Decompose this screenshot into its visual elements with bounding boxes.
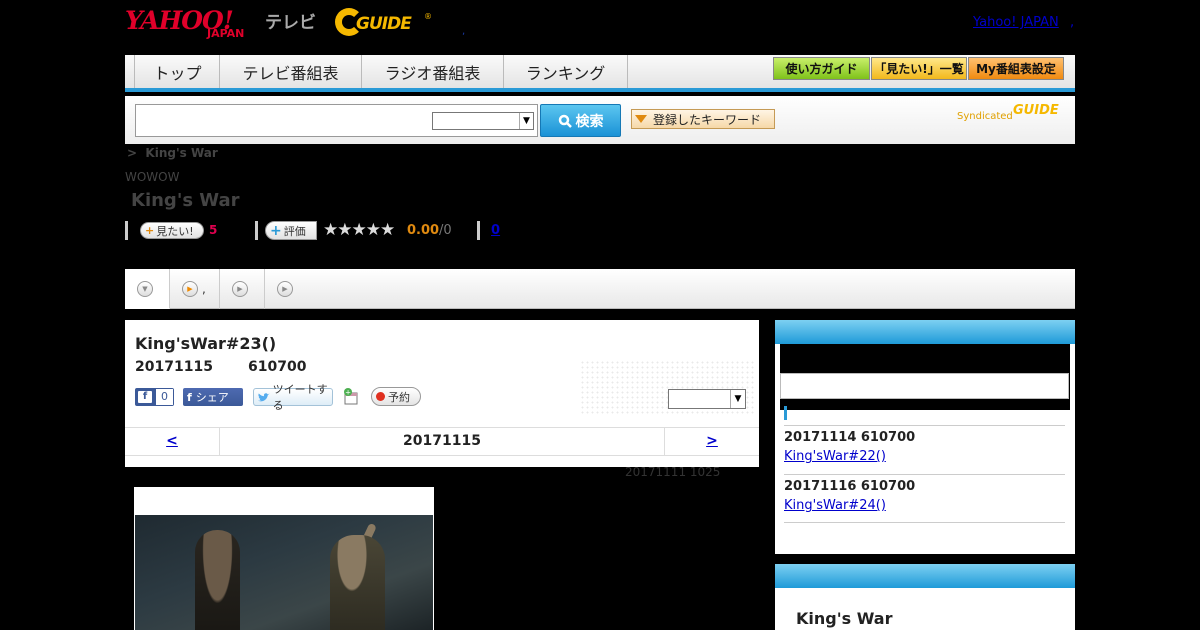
registered-keywords-label: 登録したキーワード [653, 112, 762, 127]
search-bar: ▼ 検索 登録したキーワード Syndicated GUIDE [125, 96, 1075, 144]
list-item: 20171114 610700 King'sWar#22() [784, 425, 1065, 474]
nav-tab-top[interactable]: トップ [136, 55, 220, 88]
episode-panel: King'sWar#23() 20171115 610700 f 0 f シェア… [125, 320, 759, 467]
facebook-like-count: 0 [156, 389, 173, 405]
chevron-down-icon: ▼ [519, 113, 533, 129]
facebook-like-button[interactable]: f 0 [135, 388, 174, 406]
episode-time: 610700 [248, 359, 307, 375]
plus-icon: + [145, 224, 155, 237]
yahoo-logo-japan: JAPAN [207, 27, 245, 40]
divider [255, 221, 258, 240]
sidebar-header [775, 320, 1075, 344]
divider [125, 221, 128, 240]
tab-detail[interactable]: ▼ [125, 269, 170, 309]
episode-select[interactable]: ▼ [668, 389, 746, 409]
review-count-link[interactable]: 0 [491, 223, 500, 238]
nav-tab-ranking[interactable]: ランキング [504, 55, 628, 88]
syndicated-label: Syndicated [957, 111, 1013, 122]
syndicated-gguide-logo: GUIDE [1013, 103, 1059, 118]
nav-edge [125, 55, 135, 88]
divider [477, 221, 480, 240]
rating-score: 0.00 [407, 223, 440, 238]
sidebar-search-input[interactable] [780, 373, 1069, 399]
program-photo [135, 515, 433, 630]
want-to-watch-count: 5 [209, 223, 218, 237]
photo-figure [195, 530, 240, 630]
registered-mark: ® [424, 12, 432, 21]
header-trailing-dot: , [1070, 15, 1075, 30]
episode-pagination: < 20171115 > [125, 427, 759, 456]
registered-keywords-button[interactable]: 登録したキーワード [631, 109, 775, 129]
facebook-share-label: シェア [195, 391, 229, 404]
program-info-sidebar: King's War [775, 564, 1075, 630]
want-list-button[interactable]: 「見たい!」一覧 [871, 57, 967, 80]
reserve-label: 予約 [388, 390, 410, 404]
list-item: 20171116 610700 King'sWar#24() [784, 474, 1065, 523]
want-to-watch-button[interactable]: + 見たい! [140, 222, 204, 239]
tv-logo-text[interactable]: テレビ [265, 8, 316, 33]
rate-label: 評価 [283, 224, 306, 238]
page-title: King's War [131, 190, 240, 211]
play-icon: ▶ [277, 281, 293, 297]
rating-stars: ★★★★★ [323, 220, 395, 240]
program-stats: + 見たい! 5 + 評価 ★★★★★ 0.00 /0 0 [125, 220, 725, 241]
tweet-label: ツイートする [272, 383, 328, 412]
sidebar-header [775, 564, 1075, 588]
header-dot: , [462, 26, 466, 37]
my-schedule-settings-button[interactable]: My番組表設定 [968, 57, 1064, 80]
breadcrumb-current: King's War [145, 146, 218, 160]
list-item-date: 20171116 610700 [784, 479, 916, 494]
triangle-down-icon [635, 115, 647, 123]
want-to-watch-label: 見たい! [156, 224, 194, 238]
breadcrumb-separator: > [127, 146, 138, 160]
main-nav: トップ テレビ番組表 ラジオ番組表 ランキング 使い方ガイド 「見たい!」一覧 … [125, 55, 1075, 92]
sidebar-program-title: King's War [796, 609, 893, 628]
detail-tabs: ▼ ▶ , ▶ ▶ [125, 269, 1075, 309]
channel-name: WOWOW [125, 170, 180, 184]
search-icon [558, 114, 572, 128]
rating-count: /0 [439, 223, 452, 238]
breadcrumb: > King's War [127, 146, 218, 160]
updated-timestamp: 20171111 1025 [625, 465, 721, 479]
add-calendar-icon[interactable]: + [343, 388, 359, 405]
next-episode-link[interactable]: > [664, 428, 759, 455]
chevron-down-icon: ▼ [730, 390, 745, 408]
search-category-select[interactable]: ▼ [432, 112, 534, 130]
episode-title: King'sWar#23() [135, 334, 277, 353]
nav-tab-tv-schedule[interactable]: テレビ番組表 [220, 55, 362, 88]
related-episodes-sidebar: 20171114 610700 King'sWar#22() 20171116 … [775, 320, 1075, 554]
twitter-bird-icon [257, 392, 270, 401]
photo-figure [330, 535, 385, 630]
list-item-link[interactable]: King'sWar#24() [784, 498, 886, 513]
gguide-logo-text[interactable]: GUIDE [356, 14, 412, 34]
play-icon: ▶ [232, 281, 248, 297]
chevron-down-icon: ▼ [137, 280, 153, 297]
episode-date: 20171115 [135, 359, 213, 375]
tab-3[interactable]: ▶ [220, 269, 265, 309]
reserve-button[interactable]: 予約 [371, 387, 421, 406]
search-button[interactable]: 検索 [540, 104, 621, 137]
rate-button[interactable]: + 評価 [265, 221, 317, 240]
plus-icon: + [270, 222, 282, 239]
facebook-share-button[interactable]: f シェア [183, 388, 243, 406]
play-icon: ▶ [182, 281, 198, 297]
tab-4[interactable]: ▶ [265, 269, 310, 309]
pagination-date: 20171115 [403, 433, 481, 449]
program-image-box [134, 487, 434, 630]
prev-episode-link[interactable]: < [125, 428, 220, 455]
search-button-label: 検索 [575, 113, 604, 130]
record-icon [376, 392, 385, 401]
facebook-icon: f [138, 391, 152, 403]
usage-guide-button[interactable]: 使い方ガイド [773, 57, 870, 80]
nav-tab-radio-schedule[interactable]: ラジオ番組表 [362, 55, 504, 88]
list-item-date: 20171114 610700 [784, 430, 916, 445]
tab-label: , [202, 282, 206, 296]
section-marker [784, 406, 787, 420]
tab-2[interactable]: ▶ , [170, 269, 220, 309]
yahoo-japan-link[interactable]: Yahoo! JAPAN [973, 15, 1059, 30]
facebook-icon: f [187, 390, 192, 404]
tweet-button[interactable]: ツイートする [253, 383, 333, 412]
list-item-link[interactable]: King'sWar#22() [784, 449, 886, 464]
svg-text:+: + [345, 389, 351, 397]
